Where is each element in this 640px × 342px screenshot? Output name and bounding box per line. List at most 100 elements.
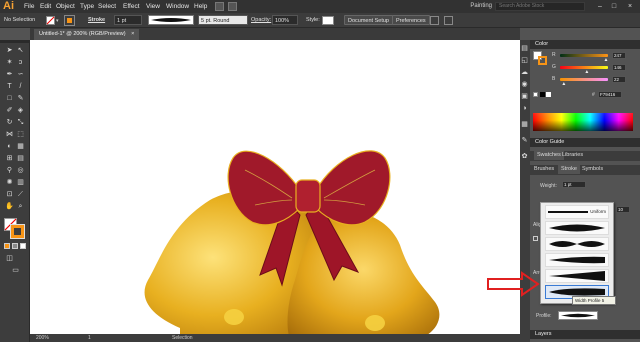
- zoom-level[interactable]: 200%: [36, 334, 49, 342]
- libraries-icon[interactable]: ☁: [520, 68, 529, 77]
- menu-window[interactable]: Window: [166, 0, 189, 13]
- dashed-line-checkbox[interactable]: [533, 236, 538, 241]
- green-value-field[interactable]: 146: [612, 64, 626, 71]
- color-stroke-proxy[interactable]: [538, 56, 547, 65]
- current-tool-status[interactable]: Selection: [172, 334, 193, 342]
- mesh-tool-icon[interactable]: ⊞: [5, 154, 14, 163]
- line-segment-tool-icon[interactable]: /: [16, 82, 25, 91]
- scale-field[interactable]: 10: [616, 206, 630, 213]
- close-icon[interactable]: ×: [624, 2, 636, 11]
- layers-icon[interactable]: ◱: [520, 56, 529, 65]
- menu-type[interactable]: Type: [80, 0, 94, 13]
- stroke-label[interactable]: Stroke: [88, 15, 105, 25]
- menu-view[interactable]: View: [146, 0, 160, 13]
- perspective-grid-tool-icon[interactable]: ▦: [16, 142, 25, 151]
- close-tab-icon[interactable]: ×: [131, 31, 134, 37]
- eraser-tool-icon[interactable]: ◈: [16, 106, 25, 115]
- slice-tool-icon[interactable]: ⟋: [16, 190, 25, 199]
- weight-field[interactable]: 1 pt: [562, 181, 586, 188]
- color-panel-header[interactable]: Color: [530, 40, 640, 49]
- properties-icon[interactable]: ▤: [520, 44, 529, 53]
- stroke-swatch[interactable]: [64, 15, 75, 26]
- menu-edit[interactable]: Edit: [40, 0, 51, 13]
- tab-stroke[interactable]: Stroke: [558, 165, 580, 174]
- pen-tool-icon[interactable]: ✒: [5, 70, 14, 79]
- menu-file[interactable]: File: [24, 0, 34, 13]
- opacity-label[interactable]: Opacity:: [251, 15, 271, 25]
- symbol-sprayer-tool-icon[interactable]: ✺: [5, 178, 14, 187]
- lasso-tool-icon[interactable]: ↄ: [16, 58, 25, 67]
- black-color-icon[interactable]: [540, 92, 545, 97]
- scale-tool-icon[interactable]: ⤡: [16, 118, 25, 127]
- color-mode-icon[interactable]: [4, 243, 10, 249]
- red-slider-thumb[interactable]: ▲: [604, 57, 609, 63]
- align-icon[interactable]: [430, 16, 439, 25]
- tab-swatches[interactable]: Swatches: [534, 151, 564, 160]
- menu-help[interactable]: Help: [194, 0, 207, 13]
- free-transform-tool-icon[interactable]: ⬚: [16, 130, 25, 139]
- artboard-number[interactable]: 1: [88, 334, 91, 342]
- workspace-switcher[interactable]: Painting: [470, 0, 492, 13]
- magic-wand-tool-icon[interactable]: ✶: [5, 58, 14, 67]
- artboard-tool-icon[interactable]: ⊡: [5, 190, 14, 199]
- brush-definition-dropdown[interactable]: 5 pt. Round: [198, 15, 248, 25]
- preferences-button[interactable]: Preferences: [392, 15, 430, 25]
- fill-swatch[interactable]: [46, 16, 55, 25]
- graphic-style-swatch[interactable]: [322, 16, 334, 25]
- red-slider[interactable]: [560, 54, 608, 57]
- opacity-field[interactable]: 100%: [272, 15, 298, 25]
- graphic-styles-icon[interactable]: ▣: [520, 92, 529, 101]
- tab-symbols[interactable]: Symbols: [582, 165, 603, 174]
- document-tab[interactable]: Untitled-1* @ 200% (RGB/Preview) ×: [34, 29, 140, 40]
- hand-tool-icon[interactable]: ✋: [5, 202, 14, 211]
- layers-panel-header[interactable]: Layers: [530, 330, 640, 339]
- symbols-icon[interactable]: ✿: [520, 152, 529, 161]
- stroke-weight-field[interactable]: 1 pt: [114, 15, 142, 25]
- gradient-mode-icon[interactable]: [12, 243, 18, 249]
- rotate-tool-icon[interactable]: ↻: [5, 118, 14, 127]
- appearance-icon[interactable]: ◉: [520, 80, 529, 89]
- zoom-tool-icon[interactable]: ⌕: [16, 202, 25, 211]
- paintbrush-tool-icon[interactable]: ✎: [16, 94, 25, 103]
- eyedropper-tool-icon[interactable]: ⚲: [5, 166, 14, 175]
- type-tool-icon[interactable]: T: [5, 82, 14, 91]
- profile-width-3[interactable]: [545, 253, 609, 267]
- selection-tool-icon[interactable]: ➤: [5, 46, 14, 55]
- profile-width-4[interactable]: [545, 269, 609, 283]
- document-setup-button[interactable]: Document Setup: [344, 15, 393, 25]
- arrange-documents-icon[interactable]: [228, 2, 237, 11]
- tab-libraries[interactable]: Libraries: [562, 151, 583, 160]
- profile-dropdown[interactable]: [558, 311, 598, 320]
- menu-select[interactable]: Select: [98, 0, 116, 13]
- none-color-icon[interactable]: [533, 92, 538, 97]
- red-value-field[interactable]: 247: [612, 52, 626, 59]
- color-guide-header[interactable]: Color Guide: [530, 138, 640, 147]
- rectangle-tool-icon[interactable]: □: [5, 94, 14, 103]
- shaper-tool-icon[interactable]: ✐: [5, 106, 14, 115]
- stroke-color-box[interactable]: [10, 224, 25, 239]
- blue-slider-thumb[interactable]: ▲: [561, 81, 566, 87]
- fill-dropdown-chevron-icon[interactable]: ▾: [56, 18, 59, 24]
- green-slider-thumb[interactable]: ▲: [584, 69, 589, 75]
- column-graph-tool-icon[interactable]: ▥: [16, 178, 25, 187]
- artboard[interactable]: [30, 40, 520, 334]
- canvas-area[interactable]: [30, 40, 520, 334]
- curvature-tool-icon[interactable]: ∽: [16, 70, 25, 79]
- tab-brushes[interactable]: Brushes: [534, 165, 554, 174]
- christmas-bells-artwork[interactable]: [30, 40, 520, 334]
- screen-mode-icon[interactable]: ▭: [11, 266, 20, 275]
- variable-width-profile-dropdown[interactable]: [148, 15, 194, 25]
- stock-search-input[interactable]: Search Adobe Stock: [495, 2, 585, 11]
- transparency-icon[interactable]: ◑: [520, 104, 529, 113]
- profile-uniform[interactable]: Uniform: [545, 205, 609, 219]
- transform-icon[interactable]: [444, 16, 453, 25]
- width-tool-icon[interactable]: ⋈: [5, 130, 14, 139]
- brushes-icon[interactable]: ✎: [520, 136, 529, 145]
- menu-object[interactable]: Object: [56, 0, 75, 13]
- swatches-icon[interactable]: ▦: [520, 120, 529, 129]
- blue-slider[interactable]: [560, 78, 608, 81]
- draw-normal-icon[interactable]: ◫: [5, 254, 14, 263]
- white-color-icon[interactable]: [546, 92, 551, 97]
- direct-selection-tool-icon[interactable]: ↖: [16, 46, 25, 55]
- blend-tool-icon[interactable]: ◎: [16, 166, 25, 175]
